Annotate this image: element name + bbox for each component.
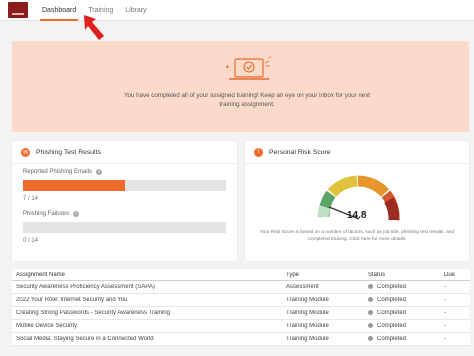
assignment-due: - [444, 323, 446, 329]
table-row[interactable]: Creating Strong Passwords - Security Awa… [12, 307, 470, 320]
tab-library[interactable]: Library [119, 0, 152, 21]
top-navigation: Dashboard Training Library [0, 0, 474, 21]
assignment-name[interactable]: Security Awareness Proficiency Assessmen… [12, 284, 282, 290]
table-row[interactable]: Security Awareness Proficiency Assessmen… [12, 281, 470, 294]
risk-score-value: 14.8 [347, 210, 367, 221]
header-assignment-name[interactable]: Assignment Name [12, 272, 282, 278]
phishing-failures-count: 0 / 14 [23, 238, 39, 244]
assignment-due: - [444, 284, 446, 290]
status-dot [368, 283, 373, 289]
assignments-table: Assignment Name Type Status Due Security… [12, 269, 470, 346]
risk-card-title: Personal Risk Score [269, 148, 331, 156]
reported-emails-label: Reported Phishing Emails? [23, 169, 103, 175]
risk-description[interactable]: Your Risk Score is based on a number of … [255, 230, 459, 243]
assignment-due: - [444, 310, 446, 316]
risk-score-card: ! Personal Risk Score 0 100 14.8 Your Ri… [245, 141, 469, 337]
assignment-name[interactable]: Social Media: Staying Secure in a Connec… [12, 336, 282, 342]
reported-emails-count: 7 / 14 [23, 196, 39, 202]
assignment-status: Completed [364, 296, 440, 303]
envelope-icon: ✉ [21, 147, 30, 157]
svg-text:✧: ✧ [268, 55, 272, 61]
assignment-due: - [444, 336, 446, 342]
gauge-current-highlight [317, 205, 331, 218]
banner-message: You have completed all of your assigned … [123, 92, 371, 108]
assignment-type: Training Module [286, 297, 329, 303]
reported-emails-bar-fill [23, 180, 125, 191]
table-header-row: Assignment Name Type Status Due [12, 269, 470, 281]
assignment-name[interactable]: Mobile Device Security [12, 323, 282, 329]
assignment-name[interactable]: Creating Strong Passwords - Security Awa… [12, 310, 282, 316]
header-type[interactable]: Type [282, 272, 364, 278]
phishing-results-card: ✉ Phishing Test Results Reported Phishin… [12, 141, 237, 261]
assignment-status: Completed [364, 283, 440, 290]
status-dot [368, 322, 373, 328]
assignment-status: Completed [364, 322, 440, 329]
header-due[interactable]: Due [440, 272, 470, 278]
assignment-type: Assessment [286, 284, 319, 290]
warning-icon: ! [254, 147, 263, 157]
phishing-failures-label: Phishing Failures? [23, 211, 80, 217]
status-dot [368, 296, 373, 302]
status-dot [368, 309, 373, 315]
assignment-type: Training Module [286, 336, 329, 342]
assignment-due: - [444, 297, 446, 303]
assignment-status: Completed [364, 309, 440, 316]
red-arrow-annotation [84, 15, 104, 40]
gauge-segment-orange [357, 175, 390, 197]
info-icon[interactable]: ? [73, 211, 80, 217]
table-row[interactable]: 2022 Your Role: Internet Security and Yo… [12, 294, 470, 307]
status-dot [368, 335, 373, 341]
tab-dashboard[interactable]: Dashboard [36, 0, 82, 21]
phishing-card-title: Phishing Test Results [36, 148, 101, 156]
assignment-status: Completed [364, 335, 440, 342]
reported-emails-bar [23, 180, 226, 191]
laptop-checkmark-icon: ✦ ✧ [225, 55, 272, 80]
training-complete-banner: ✦ ✧ You have completed all of your assig… [12, 41, 469, 132]
table-row[interactable]: Social Media: Staying Secure in a Connec… [12, 333, 470, 346]
gauge-segment-dark-red [384, 197, 400, 221]
assignment-type: Training Module [286, 310, 329, 316]
phishing-failures-bar [23, 222, 226, 233]
infosec-logo[interactable] [8, 2, 28, 18]
info-icon[interactable]: ? [96, 169, 103, 175]
header-status[interactable]: Status [364, 272, 440, 278]
gauge-segment-yellow [327, 175, 358, 197]
table-row[interactable]: Mobile Device Security Training Module C… [12, 320, 470, 333]
assignment-type: Training Module [286, 323, 329, 329]
assignment-name[interactable]: 2022 Your Role: Internet Security and Yo… [12, 297, 282, 303]
svg-text:✦: ✦ [225, 64, 230, 71]
